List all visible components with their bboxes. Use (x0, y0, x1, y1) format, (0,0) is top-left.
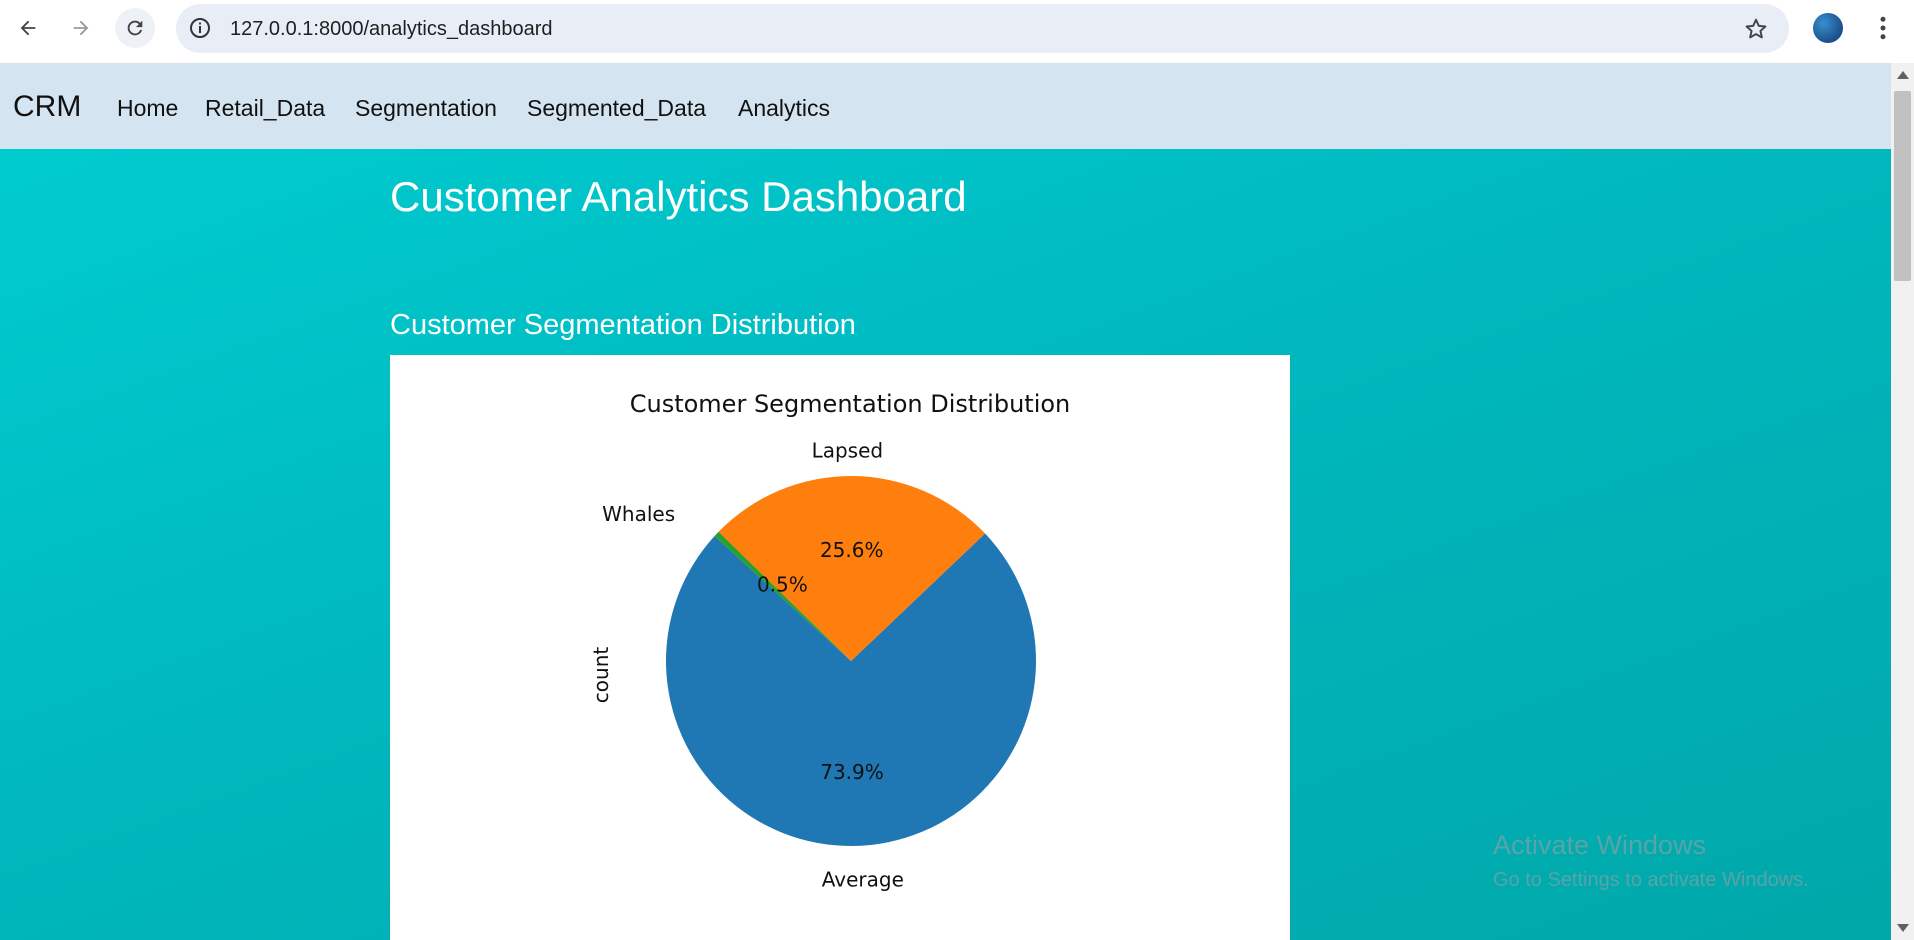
reload-icon (127, 20, 143, 36)
chart-card: Customer Segmentation Distribution count… (390, 355, 1290, 940)
profile-avatar[interactable] (1813, 13, 1843, 43)
page-title: Customer Analytics Dashboard (390, 173, 967, 220)
pie-pct-label-whales: 0.5% (757, 573, 808, 597)
pie-pct-label-average: 73.9% (820, 760, 884, 784)
arrow-left-icon (20, 20, 36, 36)
back-button[interactable] (8, 8, 48, 48)
page-scrollbar[interactable] (1891, 63, 1914, 940)
nav-link-retail-data[interactable]: Retail_Data (205, 95, 325, 122)
address-bar[interactable]: 127.0.0.1:8000/analytics_dashboard (176, 4, 1789, 53)
scroll-up-arrow-icon[interactable] (1897, 71, 1909, 79)
url-text[interactable]: 127.0.0.1:8000/analytics_dashboard (230, 18, 552, 41)
bookmark-star-icon[interactable] (1743, 16, 1769, 42)
info-icon[interactable] (188, 16, 212, 40)
pie-category-label-average: Average (822, 867, 904, 891)
pie-pct-label-lapsed: 25.6% (820, 538, 884, 562)
pie-chart: Customer Segmentation Distribution count… (589, 390, 1071, 891)
scroll-down-arrow-icon[interactable] (1897, 924, 1909, 932)
brand-logo[interactable]: CRM (13, 90, 81, 124)
scroll-thumb[interactable] (1894, 91, 1911, 281)
nav-link-home[interactable]: Home (117, 95, 178, 122)
arrow-right-icon (73, 20, 89, 36)
nav-link-analytics[interactable]: Analytics (738, 95, 830, 122)
chart-title: Customer Segmentation Distribution (630, 390, 1071, 418)
windows-activation-subtitle: Go to Settings to activate Windows. (1493, 869, 1809, 891)
pie-category-label-whales: Whales (602, 502, 675, 526)
nav-link-segmentation[interactable]: Segmentation (355, 95, 497, 122)
windows-activation-title: Activate Windows (1493, 830, 1707, 860)
chart-ylabel: count (589, 647, 613, 704)
pie-category-label-lapsed: Lapsed (812, 439, 884, 463)
forward-button[interactable] (61, 8, 101, 48)
main-content: Customer Analytics Dashboard Customer Se… (0, 149, 1891, 940)
nav-link-segmented-data[interactable]: Segmented_Data (527, 95, 706, 122)
browser-toolbar: 127.0.0.1:8000/analytics_dashboard (0, 0, 1914, 63)
reload-button[interactable] (115, 8, 155, 48)
more-options-icon[interactable] (1868, 12, 1898, 44)
section-title: Customer Segmentation Distribution (390, 309, 856, 341)
site-navbar: CRM Home Retail_Data Segmentation Segmen… (0, 63, 1891, 149)
